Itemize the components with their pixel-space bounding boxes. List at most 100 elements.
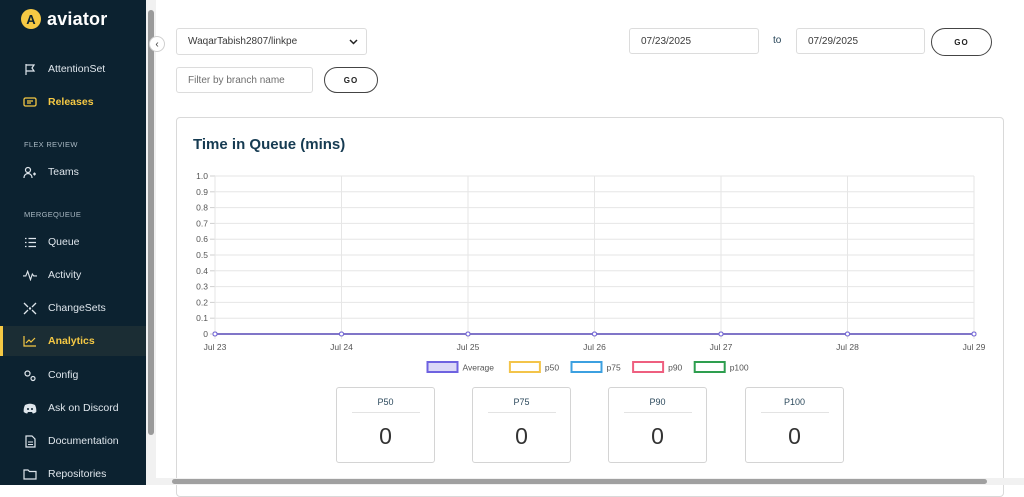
sidebar-item-label: Repositories	[48, 468, 107, 480]
legend-label: p50	[545, 363, 559, 373]
stat-label: P50	[377, 397, 394, 407]
stat-divider	[352, 412, 420, 413]
sidebar-item-queue[interactable]: Queue	[0, 227, 146, 257]
time-in-queue-card: Time in Queue (mins) 1.0 0.9 0.8 0.7 0.6 0.5 0…	[176, 117, 1004, 497]
scrollbar-thumb[interactable]	[172, 479, 987, 484]
discord-icon	[23, 401, 37, 415]
date-go-button[interactable]: GO	[931, 28, 992, 56]
date-to-input[interactable]: 07/29/2025	[796, 28, 925, 54]
date-from-input[interactable]: 07/23/2025	[629, 28, 759, 54]
y-tick-label: 0.7	[196, 218, 208, 228]
y-tick-label: 0.6	[196, 234, 208, 244]
sidebar-item-discord[interactable]: Ask on Discord	[0, 393, 146, 423]
x-tick-label: Jul 28	[836, 342, 859, 352]
sidebar-item-activity[interactable]: Activity	[0, 260, 146, 290]
scrollbar-thumb[interactable]	[148, 10, 154, 435]
chart-line-icon	[23, 334, 37, 348]
sidebar-item-documentation[interactable]: Documentation	[0, 426, 146, 456]
sidebar-item-attentionset[interactable]: AttentionSet	[0, 54, 146, 84]
brand-logo[interactable]: A aviator	[21, 8, 107, 30]
collapse-sidebar-button[interactable]: ‹	[149, 36, 165, 52]
branch-filter-placeholder: Filter by branch name	[188, 74, 285, 86]
legend-label: p75	[607, 363, 621, 373]
pulse-icon	[23, 268, 37, 282]
y-tick-label: 0.9	[196, 187, 208, 197]
list-icon	[23, 235, 37, 249]
legend-swatch-p90	[632, 361, 665, 373]
stat-divider	[488, 412, 556, 413]
y-tick-label: 0	[203, 329, 208, 339]
data-point	[592, 331, 597, 337]
date-to-value: 07/29/2025	[808, 35, 859, 47]
branch-filter-input[interactable]: Filter by branch name	[176, 67, 313, 93]
date-range-to-label: to	[773, 35, 782, 46]
stat-divider	[761, 412, 829, 413]
flag-icon	[23, 62, 37, 76]
y-tick-label: 0.8	[196, 203, 208, 213]
sidebar-item-label: Config	[48, 369, 79, 381]
sidebar-item-label: AttentionSet	[48, 63, 106, 75]
data-point	[339, 331, 344, 337]
legend-swatch-average	[426, 361, 459, 373]
x-tick-label: Jul 27	[710, 342, 733, 352]
data-point	[718, 331, 724, 337]
y-tick-label: 0.1	[196, 313, 208, 323]
sidebar-item-label: Teams	[48, 166, 79, 178]
y-tick-label: 1.0	[196, 171, 208, 181]
folder-icon	[23, 467, 37, 481]
stat-divider	[624, 412, 692, 413]
gears-icon	[23, 368, 37, 382]
section-mergequeue: MERGEQUEUE	[24, 210, 82, 219]
sidebar-item-label: Releases	[48, 96, 94, 108]
brand-name: aviator	[47, 8, 108, 29]
sidebar-item-teams[interactable]: Teams	[0, 157, 146, 187]
stat-card-p75: P75 0	[472, 387, 571, 463]
stat-value: 0	[379, 423, 392, 449]
stat-card-p90: P90 0	[608, 387, 707, 463]
legend-swatch-p75	[570, 361, 603, 373]
repo-select[interactable]: WaqarTabish2807/linkpe	[176, 28, 367, 55]
sidebar-scrollbar[interactable]	[146, 0, 156, 485]
x-tick-label: Jul 23	[204, 342, 227, 352]
sidebar-item-changesets[interactable]: ChangeSets	[0, 293, 146, 323]
y-tick-label: 0.5	[196, 250, 208, 260]
stat-card-p50: P50 0	[336, 387, 435, 463]
branch-go-button[interactable]: GO	[324, 67, 378, 93]
sidebar: A aviator AttentionSet Releases FLEX REV…	[0, 0, 146, 485]
sidebar-item-releases[interactable]: Releases	[0, 87, 146, 117]
stat-value: 0	[515, 423, 528, 449]
sidebar-item-label: Analytics	[48, 335, 95, 347]
stat-label: P90	[649, 397, 666, 407]
repo-select-value: WaqarTabish2807/linkpe	[188, 36, 298, 47]
stat-value: 0	[788, 423, 801, 449]
data-point	[971, 331, 977, 337]
chevron-left-icon: ‹	[155, 38, 159, 50]
sidebar-item-config[interactable]: Config	[0, 360, 146, 390]
aviator-logo-icon: A	[21, 9, 41, 29]
sidebar-item-analytics[interactable]: Analytics	[0, 326, 146, 356]
stat-card-p100: P100 0	[745, 387, 844, 463]
y-tick-label: 0.4	[196, 266, 208, 276]
stat-label: P100	[783, 397, 806, 407]
legend-swatch-p100	[693, 361, 726, 373]
sidebar-item-label: Ask on Discord	[48, 402, 119, 414]
changesets-icon	[23, 301, 37, 315]
data-point	[465, 331, 471, 337]
release-icon	[23, 95, 37, 109]
legend-label: p100	[730, 363, 749, 373]
main-horizontal-scrollbar[interactable]	[156, 478, 1024, 485]
document-icon	[23, 434, 37, 448]
time-in-queue-chart: 1.0 0.9 0.8 0.7 0.6 0.5 0.4 0.3 0.2 0.1 0 Jul 23 Jul…	[196, 171, 986, 373]
x-tick-label: Jul 24	[330, 342, 353, 352]
sidebar-item-label: Activity	[48, 269, 82, 281]
legend-label: Average	[463, 363, 495, 373]
data-point	[212, 331, 218, 337]
sidebar-item-label: Documentation	[48, 435, 119, 447]
section-flex-review: FLEX REVIEW	[24, 140, 78, 149]
data-point	[845, 331, 850, 337]
x-tick-label: Jul 26	[583, 342, 606, 352]
x-tick-label: Jul 29	[963, 342, 986, 352]
sidebar-item-label: Queue	[48, 236, 80, 248]
date-from-value: 07/23/2025	[641, 35, 692, 47]
x-tick-label: Jul 25	[457, 342, 480, 352]
